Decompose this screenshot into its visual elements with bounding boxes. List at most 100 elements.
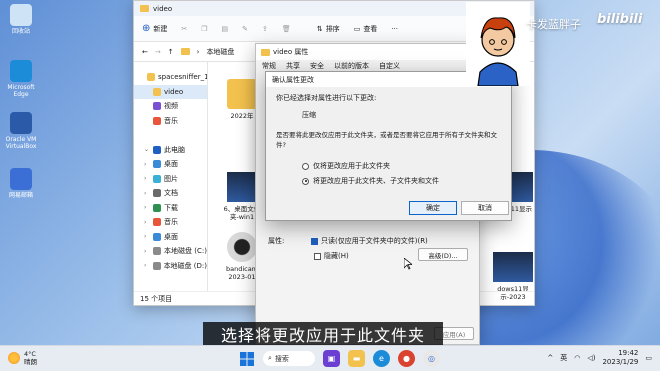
- nav-item[interactable]: › 桌面: [134, 230, 207, 245]
- weather-condition: 晴朗: [24, 358, 37, 366]
- nav-item-icon: [153, 189, 161, 198]
- nav-item[interactable]: › 音乐: [134, 215, 207, 230]
- folder-icon: [180, 48, 190, 55]
- clock-date: 2023/1/29: [602, 358, 639, 366]
- option-folder-subfolders-files[interactable]: 将更改应用于此文件夹、子文件夹和文件: [302, 176, 439, 186]
- option-this-folder-radio[interactable]: [302, 162, 309, 170]
- taskbar-apps: ⌕ 搜索 ▣ ▬ e ● ◎: [238, 350, 440, 367]
- nav-item-icon: [153, 160, 161, 169]
- advanced-button[interactable]: 高级(D)...: [418, 248, 468, 261]
- confirm-body: 你已经选择对属性进行以下更改: 压缩 是否要将此更改仅应用于此文件夹，或者是否要…: [276, 93, 503, 150]
- nav-item-icon: [153, 145, 161, 154]
- desktop-shortcut-label: Microsoft Edge: [7, 84, 35, 98]
- properties-tab[interactable]: 常规: [262, 61, 276, 71]
- nav-item[interactable]: video: [134, 84, 207, 99]
- nav-item-label: 图片: [164, 174, 178, 183]
- expand-chevron-icon[interactable]: ›: [144, 161, 150, 168]
- clock[interactable]: 19:42 2023/1/29: [602, 349, 638, 367]
- up-arrow-icon[interactable]: ↑: [168, 48, 174, 56]
- nav-item[interactable]: 视频: [134, 99, 207, 114]
- share-icon[interactable]: ⇪: [262, 25, 268, 33]
- input-language[interactable]: 英: [560, 353, 567, 363]
- uploader-avatar: [466, 2, 530, 86]
- mail-app-icon[interactable]: ◎: [423, 350, 440, 367]
- nav-item[interactable]: › 本地磁盘 (C:): [134, 244, 207, 259]
- confirm-title: 确认属性更改: [272, 75, 314, 84]
- confirm-attribute-changes-dialog: 确认属性更改 你已经选择对属性进行以下更改: 压缩 是否要将此更改仅应用于此文件…: [265, 71, 512, 221]
- properties-tab[interactable]: 安全: [310, 61, 324, 71]
- notification-icon[interactable]: ▭: [645, 354, 652, 362]
- new-button[interactable]: ⊕ 新建: [142, 23, 167, 34]
- video-thumbnail-icon: [227, 172, 257, 202]
- nav-item-label: 本地磁盘 (C:): [164, 247, 207, 256]
- expand-chevron-icon[interactable]: ›: [144, 262, 150, 269]
- readonly-checkbox[interactable]: [311, 237, 318, 245]
- option-this-folder-only[interactable]: 仅将更改应用于此文件夹: [302, 161, 390, 171]
- confirm-intro: 你已经选择对属性进行以下更改:: [276, 94, 377, 102]
- system-tray: ^ 英 ◠ ◁) 19:42 2023/1/29 ▭: [547, 349, 652, 367]
- forward-arrow-icon[interactable]: →: [155, 48, 161, 56]
- nav-item[interactable]: › 桌面: [134, 157, 207, 172]
- copy-icon[interactable]: ❐: [201, 25, 207, 33]
- expand-chevron-icon[interactable]: ›: [144, 233, 150, 240]
- weather-widget[interactable]: 4°C 晴朗: [8, 350, 37, 366]
- ok-button[interactable]: 确定: [409, 201, 457, 215]
- nav-item[interactable]: ⌄ 此电脑: [134, 143, 207, 158]
- uploader-name: 卡发蓝胖子: [526, 18, 581, 31]
- edge-icon[interactable]: e: [373, 350, 390, 367]
- start-button[interactable]: [238, 350, 255, 367]
- properties-tab[interactable]: 共享: [286, 61, 300, 71]
- properties-tab[interactable]: 以前的版本: [334, 61, 369, 71]
- chat-app-icon[interactable]: ▣: [323, 350, 340, 367]
- view-button[interactable]: ▭ 查看: [354, 24, 378, 34]
- paste-icon[interactable]: ▤: [222, 25, 229, 33]
- properties-title: video 属性: [273, 48, 309, 56]
- plus-icon: ⊕: [142, 23, 151, 34]
- taskbar-search[interactable]: ⌕ 搜索: [263, 351, 315, 366]
- nav-item-label: spacesniffer_1: [158, 73, 207, 82]
- properties-tab[interactable]: 自定义: [379, 61, 400, 71]
- expand-chevron-icon[interactable]: ›: [144, 204, 150, 211]
- record-app-icon[interactable]: ●: [398, 350, 415, 367]
- desktop-shortcut-label: 回收站: [11, 28, 30, 35]
- volume-icon[interactable]: ◁): [587, 354, 595, 362]
- desktop-shortcut[interactable]: Microsoft Edge: [3, 60, 39, 98]
- tray-overflow-icon[interactable]: ^: [547, 354, 553, 362]
- desktop-shortcut-label: Oracle VM VirtualBox: [5, 136, 37, 150]
- expand-chevron-icon[interactable]: ›: [144, 219, 150, 226]
- hidden-checkbox[interactable]: [314, 252, 321, 260]
- nav-item[interactable]: › 图片: [134, 172, 207, 187]
- desktop-shortcut[interactable]: Oracle VM VirtualBox: [3, 112, 39, 150]
- network-icon[interactable]: ◠: [574, 354, 580, 362]
- expand-chevron-icon[interactable]: ⌄: [144, 146, 150, 153]
- cut-icon[interactable]: ✂: [181, 25, 187, 33]
- nav-item[interactable]: [134, 128, 207, 143]
- nav-item-label: 此电脑: [164, 145, 185, 154]
- cancel-button[interactable]: 取消: [461, 201, 509, 215]
- back-arrow-icon[interactable]: ←: [142, 48, 148, 56]
- file-name: 2022年: [230, 112, 254, 120]
- desktop-shortcut[interactable]: 回收站: [3, 4, 39, 35]
- rename-icon[interactable]: ✎: [242, 25, 248, 33]
- bandicam-play-icon: [227, 232, 257, 262]
- video-thumbnail-icon: [493, 252, 533, 282]
- file-explorer-icon[interactable]: ▬: [348, 350, 365, 367]
- expand-chevron-icon[interactable]: ›: [144, 190, 150, 197]
- option-subfolders-radio[interactable]: [302, 177, 309, 185]
- desktop-shortcut[interactable]: 网易邮箱: [3, 168, 39, 199]
- breadcrumb-local-disk[interactable]: 本地磁盘: [206, 47, 234, 57]
- sort-button[interactable]: ⇅ 排序: [317, 24, 340, 34]
- nav-item[interactable]: spacesniffer_1: [134, 70, 207, 85]
- nav-item[interactable]: › 下载: [134, 201, 207, 216]
- nav-item[interactable]: 音乐: [134, 114, 207, 129]
- expand-chevron-icon[interactable]: ›: [144, 175, 150, 182]
- nav-item[interactable]: › 本地磁盘 (D:): [134, 259, 207, 274]
- windows-logo-icon: [239, 351, 254, 366]
- temperature: 4°C: [24, 350, 36, 358]
- more-button[interactable]: ···: [391, 25, 398, 33]
- option-this-folder-label: 仅将更改应用于此文件夹: [313, 162, 390, 170]
- delete-icon[interactable]: 🗑: [282, 25, 291, 33]
- expand-chevron-icon[interactable]: ›: [144, 248, 150, 255]
- nav-item[interactable]: › 文档: [134, 186, 207, 201]
- nav-item-label: 本地磁盘 (D:): [163, 261, 207, 270]
